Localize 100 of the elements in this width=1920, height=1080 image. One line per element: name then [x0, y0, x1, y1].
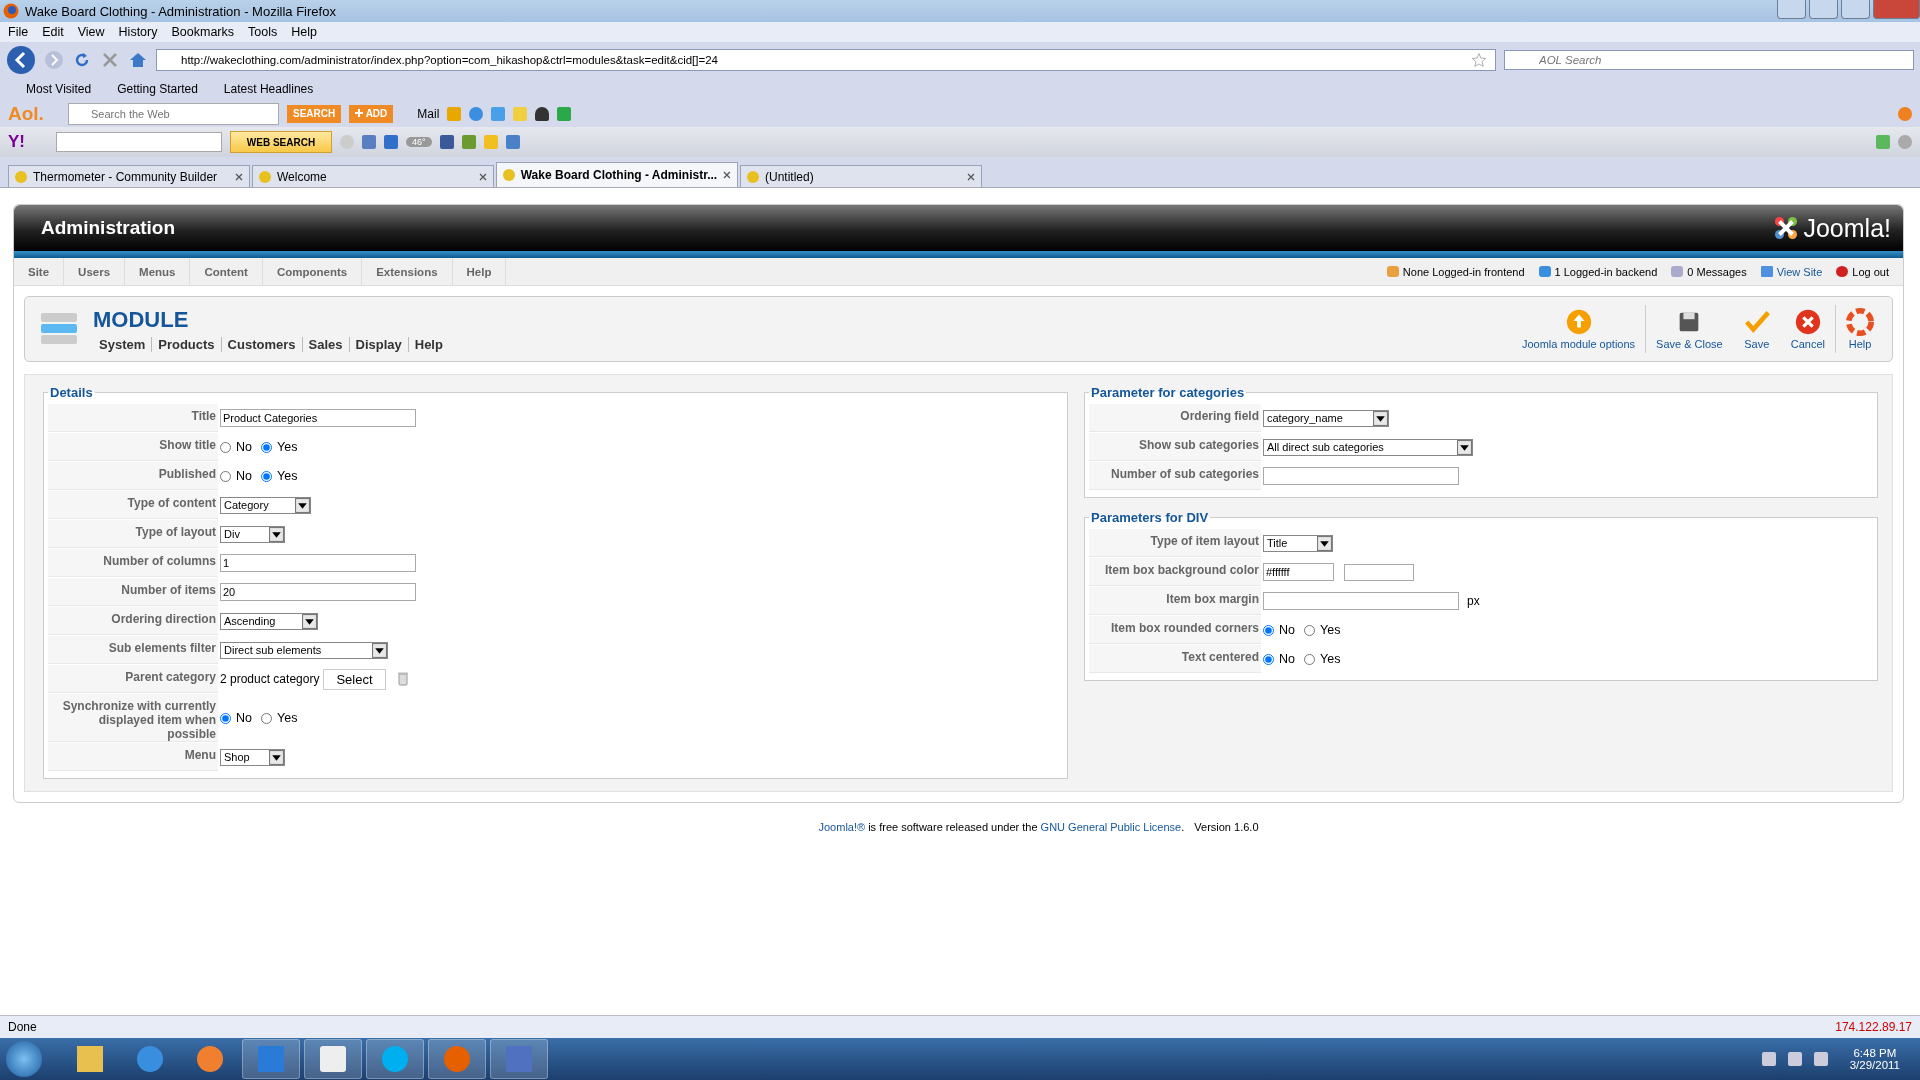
app-icon[interactable] [490, 1039, 548, 1079]
text-field[interactable] [1263, 467, 1459, 485]
web-search-button[interactable]: WEB SEARCH [230, 131, 332, 153]
caret-icon[interactable] [302, 613, 317, 629]
submenu-link[interactable]: Display [348, 336, 408, 352]
bookmark-link[interactable]: Most Visited [26, 82, 92, 96]
browser-tab[interactable]: Welcome [252, 165, 494, 187]
submenu-link[interactable]: System [93, 336, 152, 352]
submenu-link[interactable]: Products [151, 336, 221, 352]
maximize-button[interactable] [1841, 0, 1870, 19]
dropdown[interactable]: Title [1263, 534, 1333, 552]
admin-menu-item[interactable]: Users [64, 258, 126, 285]
admin-menu-item[interactable]: Menus [125, 258, 191, 285]
search-field[interactable]: AOL Search [1504, 50, 1914, 70]
close-icon[interactable] [967, 172, 975, 181]
color-field[interactable]: #ffffff [1263, 563, 1334, 581]
tray-icon[interactable] [1787, 1052, 1802, 1066]
admin-menu-item[interactable]: Extensions [362, 258, 453, 285]
caret-icon[interactable] [295, 497, 310, 513]
toolbar-icon[interactable] [505, 135, 520, 149]
home-icon[interactable] [128, 50, 148, 70]
text-field[interactable] [1263, 592, 1459, 610]
menu-item[interactable]: Bookmarks [171, 25, 234, 39]
joomla-link[interactable]: Joomla!® [818, 821, 866, 833]
toolbar-button[interactable]: Help [1836, 308, 1884, 350]
text-field[interactable]: 20 [220, 583, 416, 601]
radio-button[interactable] [1263, 624, 1274, 636]
dropdown[interactable]: All direct sub categories [1263, 438, 1473, 456]
close-icon[interactable] [235, 172, 243, 181]
dropdown[interactable]: Shop [220, 748, 285, 766]
browser-tab[interactable]: Wake Board Clothing - Administr... [496, 162, 738, 187]
trash-icon[interactable] [397, 672, 408, 686]
search-field[interactable]: Search the Web [68, 102, 279, 125]
close-icon[interactable] [723, 171, 731, 179]
color-swatch[interactable] [1344, 563, 1414, 581]
submenu-link[interactable]: Help [407, 336, 449, 352]
admin-menu-item[interactable]: Content [190, 258, 263, 285]
toolbar-icon[interactable] [461, 135, 476, 149]
mail-button[interactable]: Mail [401, 106, 440, 121]
menu-item[interactable]: Edit [42, 25, 64, 39]
caret-icon[interactable] [269, 526, 284, 542]
address-bar[interactable]: http://wakeclothing.com/administrator/index.php?option=com_hikashop&ctrl=modules&task=edit&cid[]=24 [156, 49, 1496, 71]
tray-icon[interactable] [1761, 1052, 1776, 1066]
menu-item[interactable]: History [118, 25, 158, 39]
status-link[interactable]: Log out [1836, 265, 1889, 278]
status-link[interactable]: View Site [1760, 265, 1823, 278]
field-label: Number of columns [48, 549, 218, 577]
dropdown[interactable]: Direct sub elements [220, 641, 388, 659]
toolbar-button[interactable]: Joomla module options [1511, 308, 1646, 350]
radio-button[interactable] [261, 712, 272, 724]
caret-icon[interactable] [1457, 439, 1472, 455]
toolbar-button[interactable]: Save & Close [1646, 308, 1733, 350]
bookmark-link[interactable]: Getting Started [117, 82, 198, 96]
admin-menu-item[interactable]: Components [262, 258, 363, 285]
menu-item[interactable]: View [77, 25, 105, 39]
submenu-link[interactable]: Sales [301, 336, 349, 352]
caret-icon[interactable] [269, 749, 284, 765]
caret-icon[interactable] [372, 642, 387, 658]
toolbar-icon[interactable] [557, 106, 572, 121]
toolbar-button[interactable]: Cancel [1780, 308, 1835, 350]
caret-icon[interactable] [1317, 535, 1332, 551]
minimize-button[interactable] [1809, 0, 1838, 19]
submenu-link[interactable]: Customers [220, 336, 302, 352]
radio-button[interactable] [1263, 653, 1274, 665]
text-field[interactable]: Product Categories [220, 409, 416, 427]
text-field[interactable]: 1 [220, 554, 416, 572]
admin-menu-item[interactable]: Site [14, 258, 65, 285]
radio-button[interactable] [220, 712, 231, 724]
option-label: No [1279, 623, 1295, 637]
radio-button[interactable] [261, 470, 272, 482]
browser-tab[interactable]: Thermometer - Community Builder [8, 165, 250, 187]
field-label: Text centered [1089, 645, 1261, 673]
dropdown[interactable]: category_name [1263, 409, 1389, 427]
browser-tab[interactable]: (Untitled) [740, 165, 982, 187]
start-button[interactable] [6, 1041, 42, 1077]
license-link[interactable]: GNU General Public License [1040, 821, 1182, 833]
radio-button[interactable] [261, 441, 272, 453]
dropdown[interactable]: Ascending [220, 612, 318, 630]
dropdown[interactable]: Div [220, 525, 285, 543]
app-icon[interactable] [242, 1039, 300, 1079]
caret-icon[interactable] [1373, 410, 1388, 426]
back-button[interactable] [6, 45, 36, 75]
search-field[interactable] [56, 132, 222, 152]
radio-button[interactable] [220, 441, 231, 453]
toolbar-button[interactable]: Save [1732, 308, 1781, 350]
menu-item[interactable]: Help [291, 25, 317, 39]
menu-item[interactable]: Tools [248, 25, 278, 39]
option-label: No [236, 469, 252, 483]
resize-button[interactable] [1777, 0, 1806, 19]
select-button[interactable]: Select [323, 668, 386, 690]
radio-button[interactable] [1304, 653, 1315, 665]
menu-item[interactable]: File [8, 25, 29, 39]
page-title: MODULE [93, 306, 190, 333]
admin-menu-item[interactable]: Help [452, 258, 507, 285]
dropdown[interactable]: Category [220, 496, 311, 514]
radio-button[interactable] [220, 470, 231, 482]
bookmark-link[interactable]: Latest Headlines [223, 82, 314, 96]
favicon [259, 170, 271, 183]
close-icon[interactable] [479, 172, 487, 181]
radio-button[interactable] [1304, 624, 1315, 636]
